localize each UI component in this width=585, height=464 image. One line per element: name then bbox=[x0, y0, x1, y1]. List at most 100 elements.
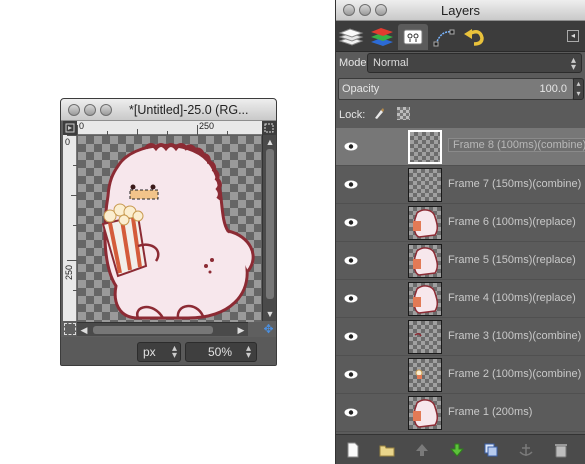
visibility-eye-icon[interactable] bbox=[344, 294, 358, 303]
delete-layer-icon[interactable] bbox=[553, 442, 569, 458]
lock-alpha-icon[interactable] bbox=[397, 107, 410, 120]
image-canvas[interactable] bbox=[78, 136, 261, 322]
layer-name[interactable]: Frame 7 (150ms)(combine) bbox=[448, 178, 581, 190]
horizontal-ruler[interactable]: 0 250 bbox=[77, 121, 262, 135]
visibility-eye-icon[interactable] bbox=[344, 408, 358, 417]
brush-icon bbox=[403, 29, 423, 45]
layer-name[interactable]: Frame 8 (100ms)(combine) bbox=[448, 138, 585, 152]
layer-row[interactable]: Frame 5 (150ms)(replace) bbox=[336, 242, 585, 280]
vertical-scroll-thumb[interactable] bbox=[266, 149, 274, 299]
opacity-spinner-icon[interactable]: ▴ ▾ bbox=[573, 78, 584, 100]
opacity-value: 100.0 bbox=[539, 83, 567, 95]
scroll-down-icon[interactable]: ▼ bbox=[263, 307, 276, 321]
ruler-left-tick-0: 0 bbox=[65, 137, 71, 147]
layer-name[interactable]: Frame 3 (100ms)(combine) bbox=[448, 330, 581, 342]
layer-thumbnail bbox=[408, 320, 442, 354]
lower-layer-icon[interactable] bbox=[449, 442, 465, 458]
ruler-top-tick-250: 250 bbox=[199, 121, 215, 131]
visibility-eye-icon[interactable] bbox=[344, 332, 358, 341]
scroll-up-icon[interactable]: ▲ bbox=[263, 135, 276, 149]
zoom-value: 50% bbox=[207, 345, 232, 359]
scroll-right-icon[interactable]: ▶ bbox=[234, 323, 248, 337]
layers-window: Layers ◂ Mode: Normal ▴ ▾ Opacity 100.0 … bbox=[335, 0, 585, 464]
raise-layer-icon[interactable] bbox=[414, 442, 430, 458]
opacity-label: Opacity bbox=[342, 83, 380, 95]
popcorn-thumbnail-icon bbox=[415, 369, 423, 379]
unit-select[interactable]: px ▴ ▾ bbox=[137, 342, 181, 362]
layer-row[interactable]: Frame 3 (100ms)(combine) bbox=[336, 318, 585, 356]
layer-thumbnail bbox=[408, 244, 442, 278]
layer-row[interactable]: Frame 2 (100ms)(combine) bbox=[336, 356, 585, 394]
layer-thumbnail bbox=[408, 168, 442, 202]
horizontal-scrollbar[interactable]: ◀ ▶ bbox=[77, 322, 248, 336]
duplicate-layer-icon[interactable] bbox=[483, 442, 499, 458]
layer-name[interactable]: Frame 1 (200ms) bbox=[448, 406, 532, 418]
arm-thumbnail-icon bbox=[414, 332, 422, 337]
mode-value: Normal bbox=[373, 57, 409, 69]
channels-icon bbox=[371, 28, 393, 46]
layer-name[interactable]: Frame 5 (150ms)(replace) bbox=[448, 254, 576, 266]
visibility-eye-icon[interactable] bbox=[344, 142, 358, 151]
layers-tab[interactable] bbox=[336, 24, 366, 50]
zoom-select[interactable]: 50% ▴ ▾ bbox=[185, 342, 257, 362]
layer-name[interactable]: Frame 2 (100ms)(combine) bbox=[448, 368, 581, 380]
image-menu-button[interactable] bbox=[63, 121, 77, 135]
anchor-layer-icon[interactable] bbox=[518, 442, 534, 458]
layer-thumbnail bbox=[408, 282, 442, 316]
visibility-eye-icon[interactable] bbox=[344, 256, 358, 265]
quick-mask-toggle-icon[interactable] bbox=[64, 323, 76, 335]
layers-minimize-button[interactable] bbox=[359, 4, 371, 16]
layers-zoom-button[interactable] bbox=[375, 4, 387, 16]
new-layer-group-icon[interactable] bbox=[379, 442, 395, 458]
ruler-left-tick-250: 250 bbox=[64, 265, 74, 281]
layer-name[interactable]: Frame 4 (100ms)(replace) bbox=[448, 292, 576, 304]
layers-titlebar[interactable]: Layers bbox=[336, 0, 585, 21]
undo-history-tab[interactable] bbox=[460, 24, 490, 50]
opacity-slider[interactable]: Opacity 100.0 bbox=[338, 78, 574, 100]
layer-row[interactable]: Frame 8 (100ms)(combine) bbox=[336, 128, 585, 166]
vertical-scrollbar[interactable]: ▲ ▼ bbox=[262, 135, 276, 321]
layer-thumbnail bbox=[408, 396, 442, 430]
navigate-icon[interactable]: ✥ bbox=[262, 323, 275, 336]
dock-tabbar: ◂ bbox=[336, 21, 585, 52]
layer-thumbnail bbox=[408, 358, 442, 392]
scroll-left-icon[interactable]: ◀ bbox=[77, 323, 91, 337]
zoom-spinner-icon: ▴ ▾ bbox=[245, 343, 251, 361]
layers-stack-icon bbox=[338, 28, 364, 46]
layer-row[interactable]: Frame 4 (100ms)(replace) bbox=[336, 280, 585, 318]
canvas-statusbar: px ▴ ▾ 50% ▴ ▾ bbox=[61, 337, 276, 365]
visibility-eye-icon[interactable] bbox=[344, 180, 358, 189]
paths-tab[interactable] bbox=[398, 24, 428, 50]
dinosaur-thumbnail-icon bbox=[413, 285, 439, 314]
unit-spinner-icon: ▴ ▾ bbox=[171, 343, 177, 361]
mode-select[interactable]: Normal ▴ ▾ bbox=[367, 53, 582, 73]
mode-spinner-icon: ▴ ▾ bbox=[570, 55, 576, 73]
canvas-window: *[Untitled]-25.0 (RG... 0 250 0 250 ▲ ▼ … bbox=[60, 98, 277, 366]
zoom-window-button[interactable] bbox=[100, 103, 112, 116]
channels-tab[interactable] bbox=[367, 24, 397, 50]
layer-row[interactable]: Frame 1 (200ms) bbox=[336, 394, 585, 432]
close-window-button[interactable] bbox=[68, 103, 80, 116]
layer-thumbnail bbox=[408, 130, 442, 164]
layer-row[interactable]: Frame 7 (150ms)(combine) bbox=[336, 166, 585, 204]
ruler-top-tick-0: 0 bbox=[79, 121, 85, 131]
tool-options-tab[interactable] bbox=[429, 24, 459, 50]
canvas-window-title: *[Untitled]-25.0 (RG... bbox=[129, 102, 249, 117]
lock-pixels-icon[interactable] bbox=[372, 106, 386, 120]
paths-icon bbox=[433, 29, 455, 47]
dinosaur-artwork bbox=[101, 143, 255, 320]
horizontal-scroll-thumb[interactable] bbox=[93, 326, 213, 334]
new-layer-icon[interactable] bbox=[345, 442, 361, 458]
layers-close-button[interactable] bbox=[343, 4, 355, 16]
dock-menu-icon[interactable]: ◂ bbox=[567, 30, 579, 42]
unit-value: px bbox=[143, 345, 156, 359]
minimize-window-button[interactable] bbox=[84, 103, 96, 116]
layer-name[interactable]: Frame 6 (100ms)(replace) bbox=[448, 216, 576, 228]
vertical-ruler[interactable]: 0 250 bbox=[63, 135, 77, 321]
undo-icon bbox=[464, 29, 484, 46]
zoom-fit-icon[interactable] bbox=[262, 121, 276, 135]
canvas-titlebar[interactable]: *[Untitled]-25.0 (RG... bbox=[61, 99, 276, 121]
visibility-eye-icon[interactable] bbox=[344, 218, 358, 227]
visibility-eye-icon[interactable] bbox=[344, 370, 358, 379]
layer-row[interactable]: Frame 6 (100ms)(replace) bbox=[336, 204, 585, 242]
